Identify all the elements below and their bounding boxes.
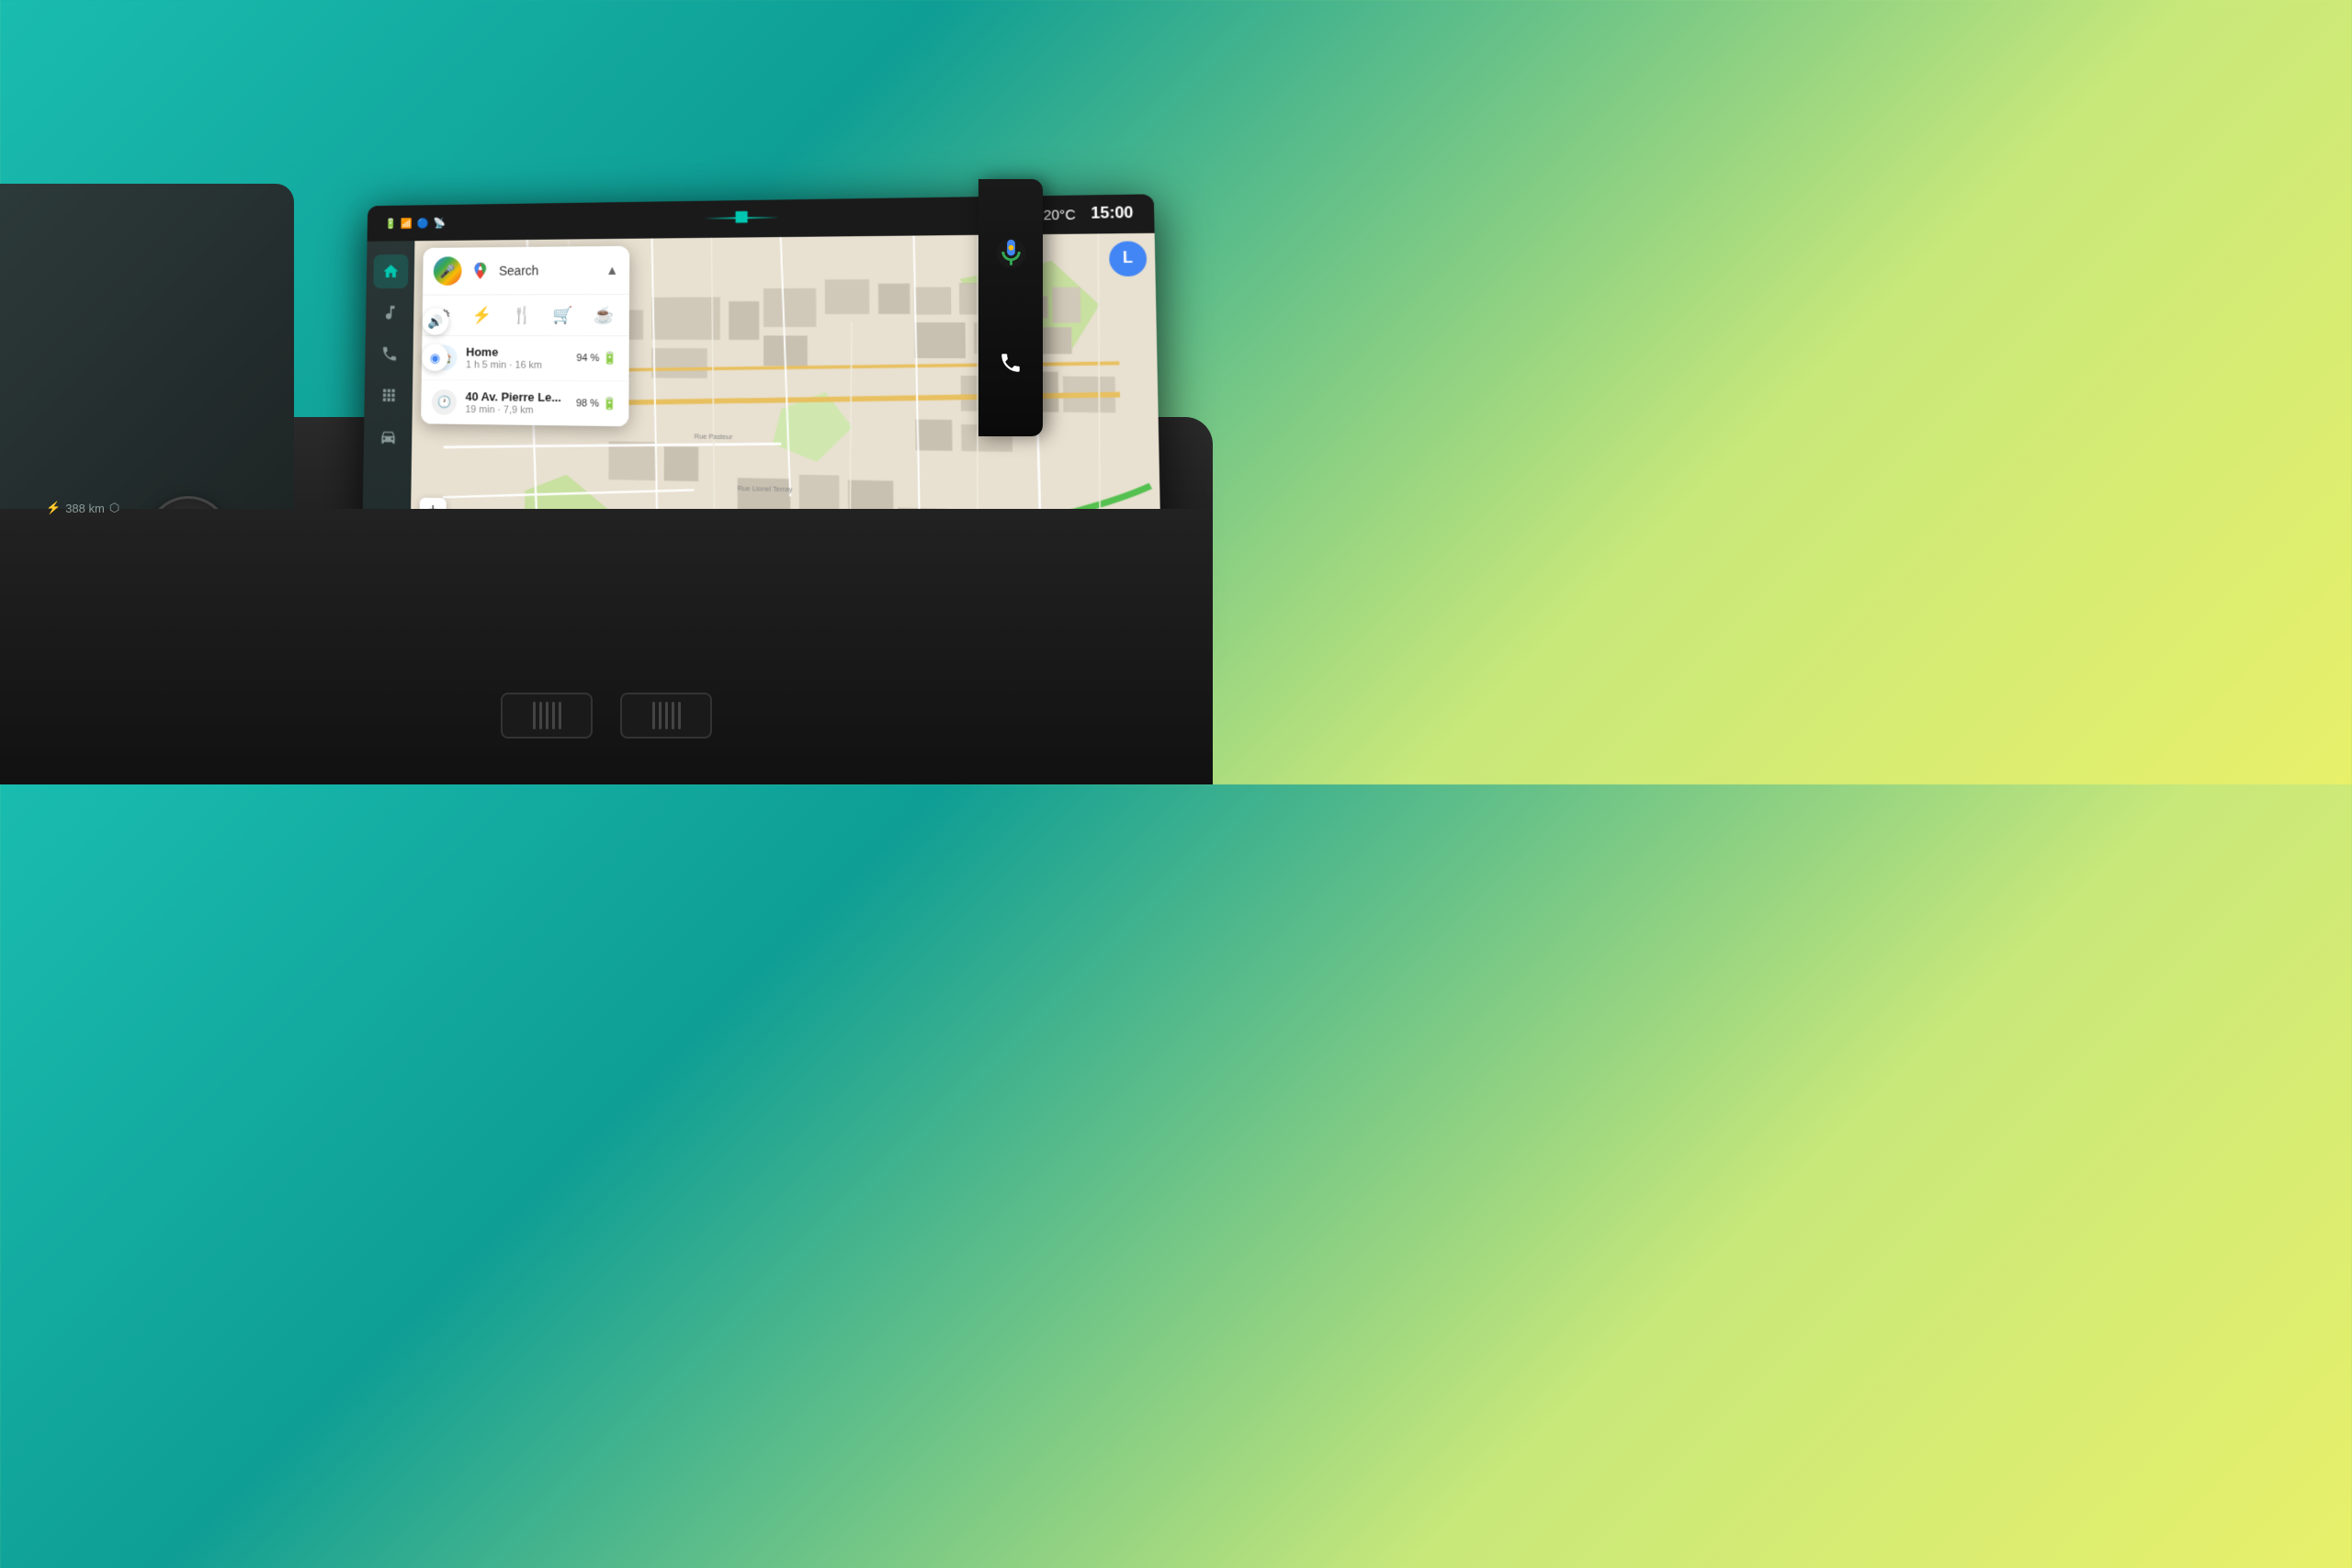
category-food[interactable]: 🍴 — [508, 302, 537, 328]
nav-music[interactable] — [372, 296, 407, 330]
vent-area — [501, 693, 712, 739]
user-avatar[interactable]: L — [1109, 241, 1148, 276]
bluetooth-icon: 🔵 — [417, 217, 429, 229]
search-bar[interactable]: 🎤 Search ▲ — [423, 246, 629, 296]
home-dest-name: Home — [466, 345, 567, 359]
status-left: 🔋 📶 🔵 📡 — [385, 217, 446, 229]
status-icons: 🔋 📶 🔵 📡 — [385, 217, 446, 229]
chevron-up-icon[interactable]: ▲ — [605, 263, 618, 277]
vent-slat — [559, 702, 561, 729]
battery-icon: 🔋 — [385, 218, 397, 230]
car-scene: POWER ◇ 🔋 📶 🔵 📡 — [0, 0, 1213, 784]
signal-icon: 📶 — [401, 218, 413, 230]
range-indicator: ⬡ — [109, 501, 119, 515]
nav-phone[interactable] — [371, 337, 406, 371]
nav-apps[interactable] — [371, 378, 407, 412]
svg-text:Rue Lionel Terray: Rue Lionel Terray — [738, 486, 793, 494]
vent-slat — [546, 702, 548, 729]
svg-text:Rue Pasteur: Rue Pasteur — [695, 434, 734, 441]
range-display: ⚡ 388 km ⬡ — [46, 501, 119, 515]
vent-slat — [533, 702, 536, 729]
vent-slat — [552, 702, 555, 729]
voice-assistant-button[interactable] — [992, 234, 1029, 271]
mic-button[interactable]: 🎤 — [434, 256, 462, 286]
recent-dest-info: 40 Av. Pierre Le... 19 min · 7,9 km — [465, 389, 567, 416]
vent-slat — [672, 702, 674, 729]
destination-recent[interactable]: 🕐 40 Av. Pierre Le... 19 min · 7,9 km 98… — [421, 380, 628, 426]
voice-icon — [995, 237, 1027, 269]
maps-logo-icon — [470, 261, 490, 281]
time-display: 15:00 — [1091, 205, 1133, 223]
phone-call-button[interactable] — [992, 344, 1029, 381]
vent-slat — [539, 702, 542, 729]
recent-battery: 98 % 🔋 — [576, 396, 617, 412]
renault-indicator — [723, 208, 761, 227]
search-text: Search — [499, 263, 596, 278]
phone-icon — [999, 351, 1023, 375]
wifi-icon: 📡 — [434, 217, 446, 229]
temperature-display: 20°C — [1044, 207, 1076, 222]
home-dest-detail: 1 h 5 min · 16 km — [466, 359, 567, 371]
vent-slat — [652, 702, 655, 729]
right-side-panel — [978, 179, 1043, 436]
nav-home[interactable] — [373, 254, 408, 288]
category-row: ⚙ ⚡ 🍴 🛒 ☕ — [422, 295, 629, 336]
battery-full-icon-2: 🔋 — [603, 397, 617, 412]
recent-dest-detail: 19 min · 7,9 km — [465, 404, 567, 416]
range-value: 388 km — [65, 502, 105, 515]
dash-bottom — [0, 509, 1213, 784]
category-electric[interactable]: ⚡ — [468, 302, 495, 328]
destination-home[interactable]: 🏠 Home 1 h 5 min · 16 km 94 % 🔋 — [422, 336, 629, 382]
category-cafe[interactable]: ☕ — [590, 302, 618, 328]
vent-slat — [678, 702, 681, 729]
battery-full-icon: 🔋 — [603, 351, 617, 366]
nav-car[interactable] — [370, 420, 406, 455]
vent-slats-left — [533, 702, 561, 729]
right-vent — [620, 693, 712, 739]
range-icon: ⚡ — [46, 501, 61, 515]
recent-dest-icon: 🕐 — [432, 389, 457, 415]
vent-slats-right — [652, 702, 681, 729]
status-right: 20°C 15:00 — [1044, 205, 1134, 223]
recent-dest-name: 40 Av. Pierre Le... — [466, 389, 568, 404]
home-battery: 94 % 🔋 — [576, 351, 617, 366]
mic-icon: 🎤 — [440, 264, 456, 279]
maps-overlay: 🎤 Search ▲ ⚙ ⚡ — [421, 246, 629, 426]
screen-wrapper: 🔋 📶 🔵 📡 20°C 15:00 — [175, 83, 1004, 567]
vent-slat — [659, 702, 662, 729]
home-dest-info: Home 1 h 5 min · 16 km — [466, 345, 568, 371]
category-shopping[interactable]: 🛒 — [548, 302, 577, 328]
left-vent — [501, 693, 593, 739]
vent-slat — [665, 702, 668, 729]
